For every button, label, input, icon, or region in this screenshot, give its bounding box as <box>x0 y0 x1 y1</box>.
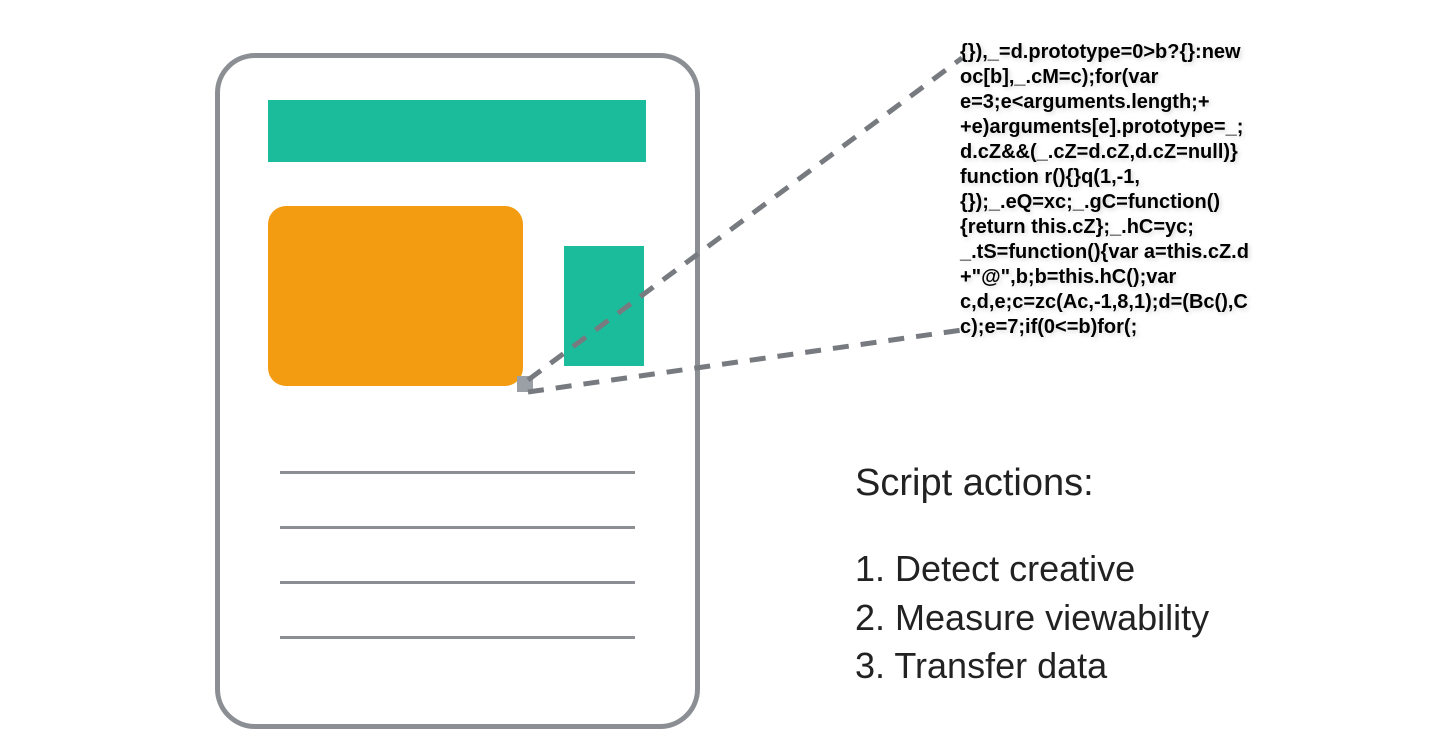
list-item-number: 3. <box>855 645 885 686</box>
code-line: c,d,e;c=zc(Ac,-1,8,1);d=(Bc(),C <box>960 290 1250 315</box>
code-line: d.cZ&&(_.cZ=d.cZ,d.cZ=null)} <box>960 140 1250 165</box>
content-line <box>280 581 635 584</box>
code-line: c);e=7;if(0<=b)for(; <box>960 315 1250 340</box>
content-line <box>280 526 635 529</box>
code-line: {}),_=d.prototype=0>b?{}:new <box>960 40 1250 65</box>
code-line: _.tS=function(){var a=this.cZ.d <box>960 240 1250 265</box>
code-line: e=3;e<arguments.length;+ <box>960 90 1250 115</box>
code-snippet: {}),_=d.prototype=0>b?{}:new oc[b],_.cM=… <box>960 40 1250 340</box>
list-item-label: Transfer data <box>894 645 1107 686</box>
list-item: 1. Detect creative <box>855 545 1209 594</box>
code-line: function r(){}q(1,-1, <box>960 165 1250 190</box>
content-line <box>280 471 635 474</box>
code-line: oc[b],_.cM=c);for(var <box>960 65 1250 90</box>
code-line: +e)arguments[e].prototype=_; <box>960 115 1250 140</box>
code-line: {return this.cZ};_.hC=yc; <box>960 215 1250 240</box>
list-item-label: Measure viewability <box>895 597 1209 638</box>
content-line <box>280 636 635 639</box>
page-header-bar <box>268 100 646 162</box>
script-pixel-marker <box>517 376 533 392</box>
script-actions-heading: Script actions: <box>855 462 1094 505</box>
list-item: 3. Transfer data <box>855 642 1209 691</box>
list-item: 2. Measure viewability <box>855 594 1209 643</box>
list-item-number: 2. <box>855 597 885 638</box>
ad-creative-block <box>268 206 523 386</box>
code-line: {});_.eQ=xc;_.gC=function() <box>960 190 1250 215</box>
code-line: +"@",b;b=this.hC();var <box>960 265 1250 290</box>
list-item-label: Detect creative <box>895 548 1135 589</box>
list-item-number: 1. <box>855 548 885 589</box>
phone-mockup <box>215 53 700 729</box>
script-actions-list: 1. Detect creative 2. Measure viewabilit… <box>855 545 1209 691</box>
side-widget <box>564 246 644 366</box>
